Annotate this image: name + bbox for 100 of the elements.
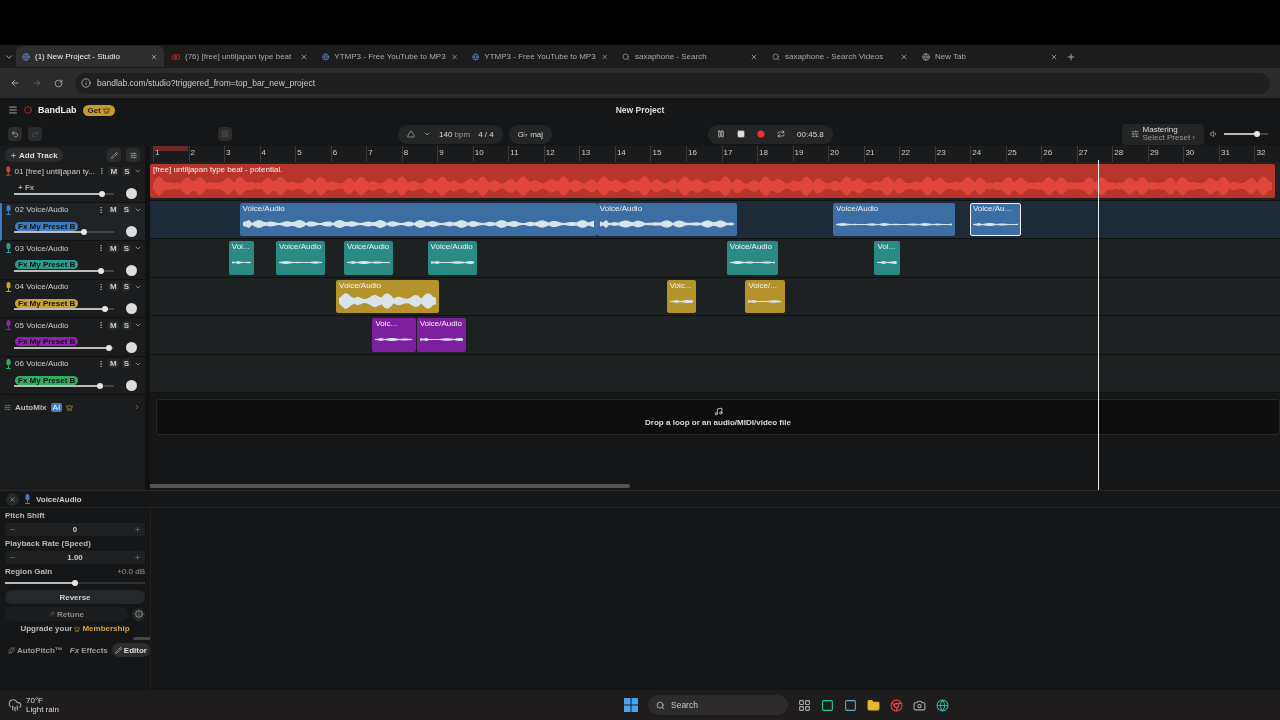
volume-thumb[interactable]: [99, 190, 105, 197]
close-button[interactable]: [6, 492, 19, 506]
mute-button[interactable]: M: [108, 282, 119, 291]
solo-button[interactable]: S: [121, 243, 131, 253]
volume-thumb[interactable]: [102, 306, 108, 312]
membership-link[interactable]: Membership: [82, 624, 130, 633]
solo-button[interactable]: S: [121, 282, 131, 291]
app-icon[interactable]: [821, 698, 834, 712]
browser-tab[interactable]: YTMP3 - Free YouTube to MP3: [466, 46, 614, 67]
mute-button[interactable]: M: [108, 205, 119, 214]
volume-thumb[interactable]: [98, 267, 104, 274]
browser-icon[interactable]: [890, 698, 903, 712]
camera-icon[interactable]: [913, 698, 926, 712]
audio-clip[interactable]: Voice/Audio: [596, 202, 737, 236]
browser-tab[interactable]: saxaphone - Search: [616, 46, 764, 67]
track-header[interactable]: 03 Voice/Audio M S Fx My Preset B: [0, 241, 145, 280]
address-bar[interactable]: bandlab.com/studio?triggered_from=top_bar_new_project: [75, 72, 1270, 94]
stop-icon[interactable]: [737, 130, 746, 138]
pitch-shift-stepper[interactable]: 0: [5, 523, 145, 536]
editor-tab[interactable]: Fx Effects: [66, 643, 111, 657]
app-icon[interactable]: [844, 698, 857, 712]
pan-knob[interactable]: [126, 264, 137, 276]
new-tab-icon[interactable]: [1066, 51, 1076, 62]
close-icon[interactable]: [450, 52, 458, 61]
more-icon[interactable]: [97, 282, 105, 291]
browser-tab[interactable]: New Tab: [916, 46, 1064, 67]
tempo-value[interactable]: 140 bpm: [439, 129, 471, 139]
more-icon[interactable]: [97, 205, 105, 214]
audio-clip[interactable]: Voice/Audio: [833, 202, 956, 236]
track-header[interactable]: 04 Voice/Audio M S Fx My Preset B: [0, 279, 145, 318]
pan-knob[interactable]: [126, 380, 137, 391]
close-icon[interactable]: [300, 52, 308, 61]
metronome-icon[interactable]: [407, 130, 415, 138]
solo-button[interactable]: S: [121, 205, 131, 214]
more-icon[interactable]: [97, 321, 105, 329]
volume-thumb[interactable]: [97, 383, 103, 389]
scrollbar[interactable]: [150, 484, 630, 488]
volume-thumb[interactable]: [106, 344, 112, 351]
audio-clip[interactable]: Voice/Audio: [239, 202, 597, 236]
audio-clip[interactable]: Voi...: [228, 241, 255, 275]
close-icon[interactable]: [1050, 52, 1058, 61]
track-header[interactable]: 01 [free] untiljapan ty... M S + Fx: [0, 164, 145, 203]
editor-tab[interactable]: Editor: [111, 643, 150, 657]
timeline-ruler[interactable]: 1 2 3 4 5 6 7 8 9 10 11 12 13 14 15 16 17 18 19 20 21 22 23 24 25 26 27 28 29 30 31 32: [150, 146, 1280, 162]
close-icon[interactable]: [900, 52, 908, 61]
audio-clip[interactable]: Voice/Audio: [343, 241, 394, 275]
task-view-icon[interactable]: [798, 698, 811, 712]
pan-knob[interactable]: [126, 341, 137, 353]
chevron-down-icon[interactable]: [134, 244, 142, 252]
browser-tab[interactable]: (1) New Project - Studio: [16, 46, 164, 67]
key-button[interactable]: G♭ maj: [508, 124, 553, 144]
folder-icon[interactable]: [867, 698, 880, 712]
editor-tab[interactable]: AutoPitch™: [5, 643, 66, 657]
audio-clip[interactable]: [free] untiljapan type beat - potential.: [150, 164, 1275, 198]
mute-button[interactable]: M: [108, 243, 119, 253]
time-signature[interactable]: 4 / 4: [478, 129, 494, 139]
browser-tab[interactable]: (76) [free] untiljapan type beat: [166, 46, 314, 67]
add-effects-button[interactable]: + Fx: [15, 183, 38, 192]
more-icon[interactable]: [97, 244, 105, 252]
region-gain-thumb[interactable]: [72, 580, 78, 586]
mute-button[interactable]: M: [108, 320, 119, 330]
info-button[interactable]: [132, 607, 145, 621]
mute-button[interactable]: M: [108, 359, 119, 368]
close-icon[interactable]: [600, 52, 608, 61]
taskbar-search[interactable]: Search: [648, 695, 788, 715]
audio-clip[interactable]: Voice/Audio: [275, 241, 326, 275]
audio-clip[interactable]: Voice/Audio: [427, 241, 477, 275]
chevron-down-icon[interactable]: [423, 130, 431, 138]
track-header[interactable]: 05 Voice/Audio M S Fx My Preset B: [0, 318, 145, 357]
pan-knob[interactable]: [126, 303, 137, 314]
reverse-button[interactable]: Reverse: [5, 590, 145, 604]
close-icon[interactable]: [150, 52, 158, 61]
pan-knob[interactable]: [126, 226, 137, 237]
browser-tab[interactable]: saxaphone - Search Videos: [766, 46, 914, 67]
loop-icon[interactable]: [777, 130, 786, 138]
audio-clip[interactable]: Voice/Audio: [416, 318, 466, 352]
effects-preset-tag[interactable]: Fx My Preset B: [15, 221, 79, 231]
audio-clip[interactable]: Voic...: [372, 318, 416, 352]
audio-clip[interactable]: Voice/Audio: [726, 241, 778, 275]
volume-icon[interactable]: [1210, 130, 1218, 138]
resize-handle[interactable]: [133, 637, 151, 640]
volume-thumb[interactable]: [81, 229, 87, 235]
windows-logo-icon[interactable]: [624, 698, 638, 712]
track-header[interactable]: 06 Voice/Audio M S Fx My Preset B: [0, 356, 145, 395]
record-icon[interactable]: [757, 130, 766, 138]
track-header[interactable]: 02 Voice/Audio M S Fx My Preset B: [0, 202, 145, 241]
loop-marker[interactable]: [153, 146, 189, 151]
add-track-button[interactable]: Add Track: [5, 148, 63, 162]
automation-button[interactable]: [107, 148, 121, 162]
drop-zone[interactable]: Drop a loop or an audio/MIDI/video file: [156, 399, 1280, 435]
solo-button[interactable]: S: [122, 166, 132, 176]
browser-icon[interactable]: [936, 698, 949, 712]
reload-icon[interactable]: [54, 78, 63, 88]
audio-clip[interactable]: Voi...: [874, 241, 900, 275]
pan-knob[interactable]: [126, 187, 137, 199]
effects-preset-tag[interactable]: Fx My Preset B: [15, 298, 79, 308]
playback-rate-stepper[interactable]: 1.00: [5, 551, 145, 564]
master-volume-thumb[interactable]: [1254, 131, 1260, 137]
automix-row[interactable]: AutoMix AI: [0, 397, 145, 417]
menu-icon[interactable]: [8, 105, 18, 115]
